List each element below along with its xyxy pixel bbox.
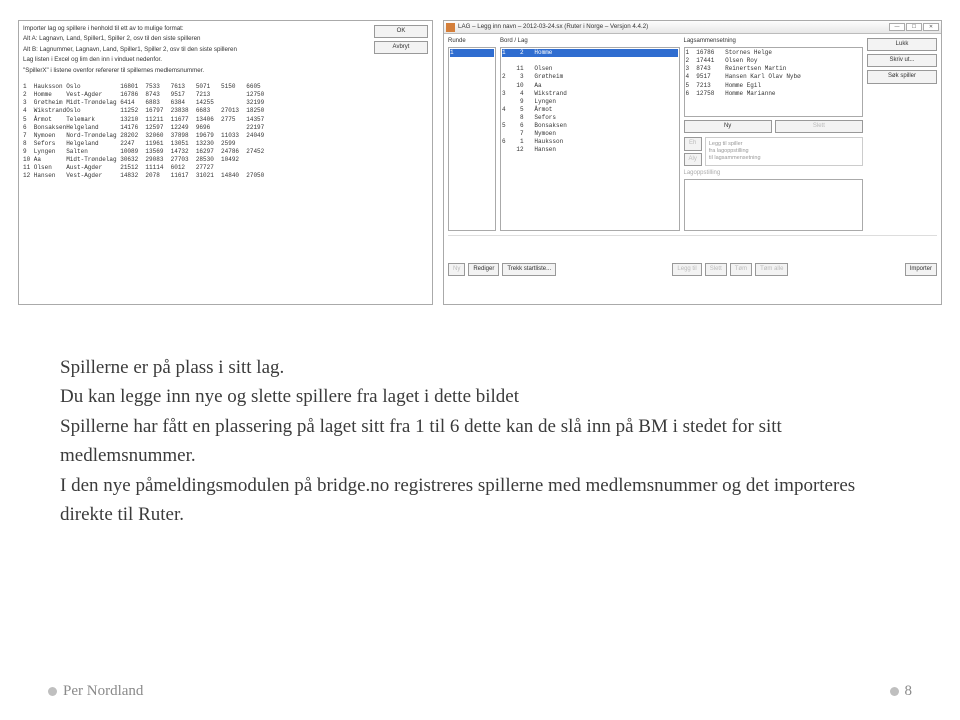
slide-paragraph: Spillerne har fått en plassering på lage… (60, 412, 900, 471)
cancel-button[interactable]: Avbryt (374, 41, 428, 54)
import-data-grid[interactable]: 1 Hauksson Oslo 16801 7533 7613 5071 515… (23, 83, 370, 300)
bullet-icon (890, 687, 899, 696)
page-number: 8 (905, 683, 913, 699)
bottom-rediger-button[interactable]: Rediger (468, 263, 499, 276)
instr-line: Lag listen i Excel og lim den inn i vind… (23, 56, 370, 63)
aly-button[interactable]: Aly (684, 153, 702, 166)
bottom-slett-button[interactable]: Slett (705, 263, 727, 276)
lagoppstilling-list[interactable] (684, 179, 864, 231)
instr-line: "SpillerX" i listene ovenfor refererer t… (23, 67, 370, 74)
col-header-runde: Runde (448, 38, 496, 45)
bottom-tom-button[interactable]: Tøm (730, 263, 752, 276)
col-header-lag: Lagsammensetning (684, 38, 864, 45)
slide-text: Spillerne er på plass i sitt lag. Du kan… (0, 313, 960, 530)
instr-line: Importer lag og spillere i henhold til e… (23, 25, 370, 32)
col-header-bord: Bord / Lag (500, 38, 680, 45)
bottom-ny-button[interactable]: Ny (448, 263, 465, 276)
bullet-icon (48, 687, 57, 696)
slett-button[interactable]: Slett (775, 120, 863, 133)
maximize-button[interactable]: ☐ (906, 23, 922, 31)
window-title: LAG – Legg inn navn – 2012-03-24.sx (Rut… (458, 23, 648, 30)
bottom-trekk-button[interactable]: Trekk startliste... (502, 263, 556, 276)
instr-line: Alt B: Lagnummer, Lagnavn, Land, Spiller… (23, 46, 370, 53)
slide-paragraph: Spillerne er på plass i sitt lag. (60, 353, 900, 382)
import-dialog: Importer lag og spillere i henhold til e… (18, 20, 433, 305)
footer-author-wrap: Per Nordland (48, 683, 143, 700)
team-entry-window: LAG – Legg inn navn – 2012-03-24.sx (Rut… (443, 20, 942, 305)
slide-paragraph: I den nye påmeldingsmodulen på bridge.no… (60, 471, 900, 530)
slide-paragraph: Du kan legge inn nye og slette spillere … (60, 382, 900, 411)
sok-spiller-button[interactable]: Søk spiller (867, 70, 937, 83)
app-icon (446, 23, 455, 32)
bord-list[interactable]: 1 2 Homme 11 Olsen 2 3 Grøtheim 10 Aa 3 … (500, 47, 680, 231)
titlebar: LAG – Legg inn navn – 2012-03-24.sx (Rut… (444, 21, 941, 34)
footer-author: Per Nordland (63, 683, 143, 699)
lag-list[interactable]: 1 16786 Stornes Helge 2 17441 Olsen Roy … (684, 47, 864, 117)
hint-text: Legg til spiller fra lagoppstilling til … (705, 137, 863, 166)
label-lagoppstilling: Lagoppstilling (684, 170, 864, 177)
runde-list[interactable]: 1 (448, 47, 496, 231)
minimize-button[interactable]: — (889, 23, 905, 31)
bottom-leggtil-button[interactable]: Legg til (672, 263, 701, 276)
close-button[interactable]: ✕ (923, 23, 939, 31)
lukk-button[interactable]: Lukk (867, 38, 937, 51)
instructions: Importer lag og spillere i henhold til e… (23, 25, 370, 77)
bottom-tomalle-button[interactable]: Tøm alle (755, 263, 788, 276)
footer-page-wrap: 8 (890, 683, 913, 700)
eh-button[interactable]: Eh (684, 137, 702, 150)
skriv-ut-button[interactable]: Skriv ut... (867, 54, 937, 67)
ny-button[interactable]: Ny (684, 120, 772, 133)
instr-line: Alt A: Lagnavn, Land, Spiller1, Spiller … (23, 35, 370, 42)
bottom-importer-button[interactable]: Importer (905, 263, 937, 276)
ok-button[interactable]: OK (374, 25, 428, 38)
